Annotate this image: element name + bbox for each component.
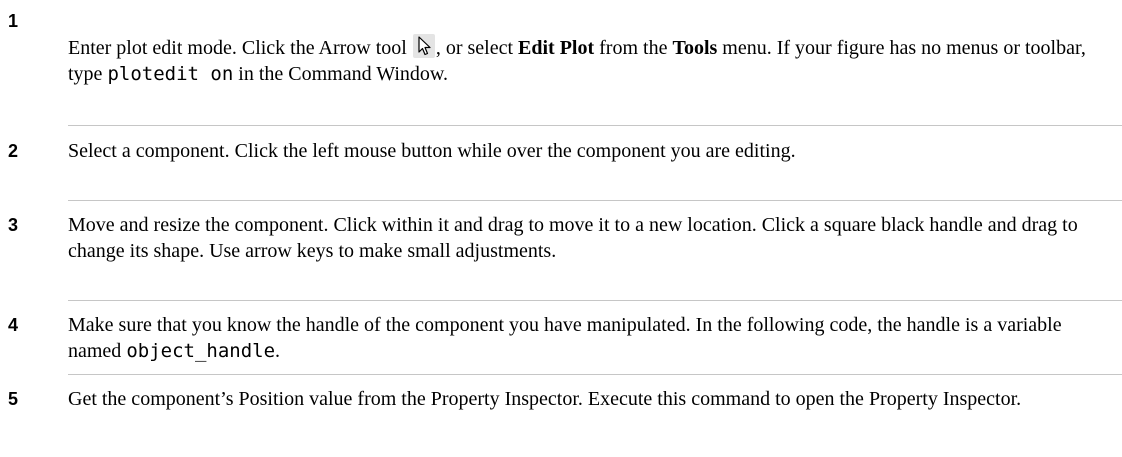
step-divider bbox=[68, 374, 1122, 375]
step-number: 3 bbox=[8, 215, 19, 235]
code-snippet: plotedit on bbox=[107, 63, 234, 85]
step-text-segment: from the bbox=[594, 37, 673, 59]
step-number: 4 bbox=[8, 315, 19, 335]
step-text: Make sure that you know the handle of th… bbox=[68, 312, 1108, 364]
step-divider bbox=[68, 125, 1122, 126]
step-number: 2 bbox=[8, 141, 19, 161]
code-snippet: object_handle bbox=[126, 340, 276, 362]
step-text-segment: , or select bbox=[435, 37, 519, 59]
step-text: Move and resize the component. Click wit… bbox=[68, 214, 1078, 262]
step-text-segment: . bbox=[275, 340, 281, 362]
menu-item-name: Edit Plot bbox=[518, 37, 595, 59]
step-text: Select a component. Click the left mouse… bbox=[68, 140, 796, 162]
step-text-segment: Enter plot edit mode. Click the Arrow to… bbox=[68, 37, 412, 59]
menu-name: Tools bbox=[672, 37, 718, 59]
procedure-steps: 1 Enter plot edit mode. Click the Arrow … bbox=[0, 0, 1122, 457]
step-number: 1 bbox=[8, 11, 19, 31]
step-divider bbox=[68, 200, 1122, 201]
step-text: Get the component’s Position value from … bbox=[68, 388, 1022, 410]
step-divider bbox=[68, 300, 1122, 301]
step-text-segment: in the Command Window. bbox=[233, 63, 449, 85]
step-number: 5 bbox=[8, 389, 19, 409]
step-text: Enter plot edit mode. Click the Arrow to… bbox=[68, 34, 1108, 87]
arrow-tool-icon bbox=[412, 34, 435, 58]
